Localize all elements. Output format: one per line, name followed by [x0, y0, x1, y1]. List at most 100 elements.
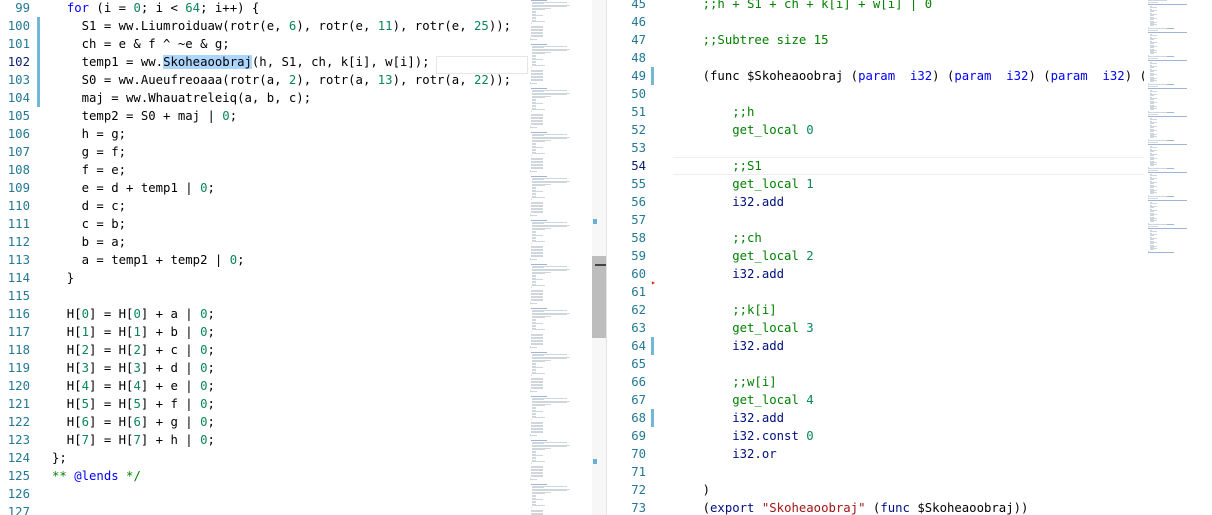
right-editor-pane[interactable]: 45 ;;h + S1 + ch + k[i] + w[i] | 0 46 47 ;… [607, 0, 1212, 515]
code-line[interactable]: 120 H[4] = H[4] + e | 0; [0, 377, 528, 395]
code-line[interactable]: 113 a = temp1 + temp2 | 0; [0, 251, 528, 269]
code-token[interactable]: ] + f | [141, 397, 200, 411]
code-token[interactable]: ; [208, 415, 215, 429]
code-line[interactable]: 100 S1 = ww.Liumroiduaw(rotr(e, 6), rotr… [0, 17, 528, 35]
line-code[interactable]: } [52, 269, 74, 287]
code-token[interactable]: 2 [133, 343, 140, 357]
code-token[interactable]: get_local [673, 123, 806, 137]
code-line[interactable]: 58 ;;ch [607, 229, 1144, 247]
line-code[interactable]: i32.add [673, 337, 784, 355]
line-code[interactable]: a = temp1 + temp2 | 0; [52, 251, 245, 269]
code-line[interactable]: 116 H[0] = H[0] + a | 0; [0, 305, 528, 323]
code-line[interactable]: 51 ;;h [607, 103, 1144, 121]
code-token[interactable]: 0 [200, 415, 207, 429]
line-code[interactable]: h = g; [52, 125, 126, 143]
left-editor-pane[interactable]: 99 for (i = 0; i < 64; i++) {100 S1 = ww… [0, 0, 606, 515]
code-line[interactable]: 73 (export "Skoheaoobraj" (func $Skoheao… [607, 499, 1144, 515]
code-token[interactable]: i32.add [673, 267, 784, 281]
code-token[interactable]: i32.const [673, 429, 806, 443]
code-token[interactable]: i32 [1103, 69, 1125, 83]
code-token[interactable]: ), rotr(e, [296, 19, 377, 33]
code-line[interactable]: 48 [607, 49, 1144, 67]
code-token[interactable]: 0 [806, 123, 813, 137]
code-token[interactable]: ch = e & f ^ ~e & g; [52, 37, 230, 51]
code-line[interactable]: 66 ;;w[i] [607, 373, 1144, 391]
code-token[interactable]: 0 [200, 343, 207, 357]
code-token[interactable]: 0 [200, 307, 207, 321]
code-token[interactable]: ; [208, 343, 215, 357]
code-token[interactable]: ] + h | [141, 433, 200, 447]
line-code[interactable]: ;;S1 [673, 157, 762, 175]
highlighted-symbol[interactable]: Skoheaoobraj [163, 55, 252, 69]
code-line[interactable]: 104 maj = ww.Whauatreleiq(a, b, c); [0, 89, 528, 107]
code-token[interactable]: "Skoheaoobraj" [762, 501, 866, 515]
code-line[interactable]: 122 H[6] = H[6] + g | 0; [0, 413, 528, 431]
code-token[interactable]: d = c; [52, 199, 126, 213]
code-token[interactable]: S1 = ww.Liumroiduaw(rotr(e, [52, 19, 289, 33]
code-line[interactable]: 109 e = d + temp1 | 0; [0, 179, 528, 197]
code-token[interactable]: ] = H[ [89, 433, 133, 447]
code-line[interactable]: 45 ;;h + S1 + ch + k[i] + w[i] | 0 [607, 0, 1144, 13]
code-token[interactable]: (h, S1, ch, k[i], w[i]); [252, 55, 430, 69]
code-line[interactable]: 123 H[7] = H[7] + h | 0; [0, 431, 528, 449]
code-token[interactable]: ] + d | [141, 361, 200, 375]
code-token[interactable]: get_local [673, 393, 806, 407]
code-token[interactable]: ] = H[ [89, 307, 133, 321]
code-token[interactable]: (func $Skoheaoobraj ( [673, 69, 858, 83]
code-token[interactable]: e = d + temp1 | [52, 181, 200, 195]
code-token[interactable]: ; [208, 379, 215, 393]
code-token[interactable]: 0 [133, 307, 140, 321]
line-code[interactable]: ;;h + S1 + ch + k[i] + w[i] | 0 [673, 0, 933, 13]
code-token[interactable]: 4 [806, 393, 813, 407]
code-token[interactable]: ] = H[ [89, 415, 133, 429]
modified-line-indicator[interactable] [37, 89, 40, 107]
code-token[interactable]: H[ [52, 379, 82, 393]
code-token[interactable]: ] + a | [141, 307, 200, 321]
code-token[interactable]: ; [208, 325, 215, 339]
line-code[interactable]: b = a; [52, 233, 126, 251]
code-token[interactable]: ] = H[ [89, 379, 133, 393]
code-token[interactable]: ; i++) { [200, 1, 259, 15]
line-code[interactable]: S1 = ww.Liumroiduaw(rotr(e, 6), rotr(e, … [52, 17, 511, 35]
right-minimap[interactable] [1144, 0, 1212, 515]
code-token[interactable]: temp2 = S0 + maj | [52, 109, 222, 123]
line-code[interactable]: ;;k[i] [673, 301, 776, 319]
fold-arrow-icon[interactable]: ▸ [651, 279, 659, 287]
line-code[interactable]: d = c; [52, 197, 126, 215]
left-minimap[interactable] [528, 0, 592, 515]
code-line[interactable]: 108 f = e; [0, 161, 528, 179]
code-token[interactable]: (i = [89, 1, 133, 15]
code-line[interactable]: 67 get_local 4 [607, 391, 1144, 409]
line-code[interactable]: i32.or [673, 445, 776, 463]
code-token[interactable]: 3 [133, 361, 140, 375]
code-token[interactable]: H[ [52, 325, 82, 339]
code-line[interactable]: 119 H[3] = H[3] + d | 0; [0, 359, 528, 377]
code-line[interactable]: 105 temp2 = S0 + maj | 0; [0, 107, 528, 125]
line-code[interactable]: H[6] = H[6] + g | 0; [52, 413, 215, 431]
line-code[interactable]: (export "Skoheaoobraj" (func $Skoheaoobr… [673, 499, 1029, 515]
code-token[interactable]: ] = H[ [89, 361, 133, 375]
code-token[interactable]: ( [673, 501, 710, 515]
code-token[interactable]: 0 [200, 397, 207, 411]
code-token[interactable]: H[ [52, 397, 82, 411]
code-token[interactable]: for [67, 1, 89, 15]
code-token[interactable]: 4 [82, 379, 89, 393]
code-token[interactable]: 3 [806, 321, 813, 335]
line-code[interactable]: H[4] = H[4] + e | 0; [52, 377, 215, 395]
line-code[interactable]: i32.const 0 [673, 427, 813, 445]
line-code[interactable]: temp2 = S0 + maj | 0; [52, 107, 237, 125]
code-token[interactable] [754, 501, 761, 515]
code-token[interactable]: 22 [474, 73, 489, 87]
code-token[interactable]: 1 [806, 177, 813, 191]
code-token[interactable]: ] + b | [141, 325, 200, 339]
line-code[interactable]: ;;Subtree size 15 [673, 31, 829, 49]
code-token[interactable]: ;;S1 [673, 159, 762, 173]
code-token[interactable]: $Skoheaoobraj)) [910, 501, 1028, 515]
code-line[interactable]: 49 (func $Skoheaoobraj (param i32) (para… [607, 67, 1184, 85]
code-token[interactable]: get_local [673, 249, 806, 263]
code-line[interactable]: 114 } [0, 269, 528, 287]
code-token[interactable]: ;;w[i] [673, 375, 776, 389]
code-line[interactable]: 72 ) [607, 481, 1144, 499]
code-token[interactable]: H[ [52, 415, 82, 429]
code-token[interactable]: 1 [82, 325, 89, 339]
